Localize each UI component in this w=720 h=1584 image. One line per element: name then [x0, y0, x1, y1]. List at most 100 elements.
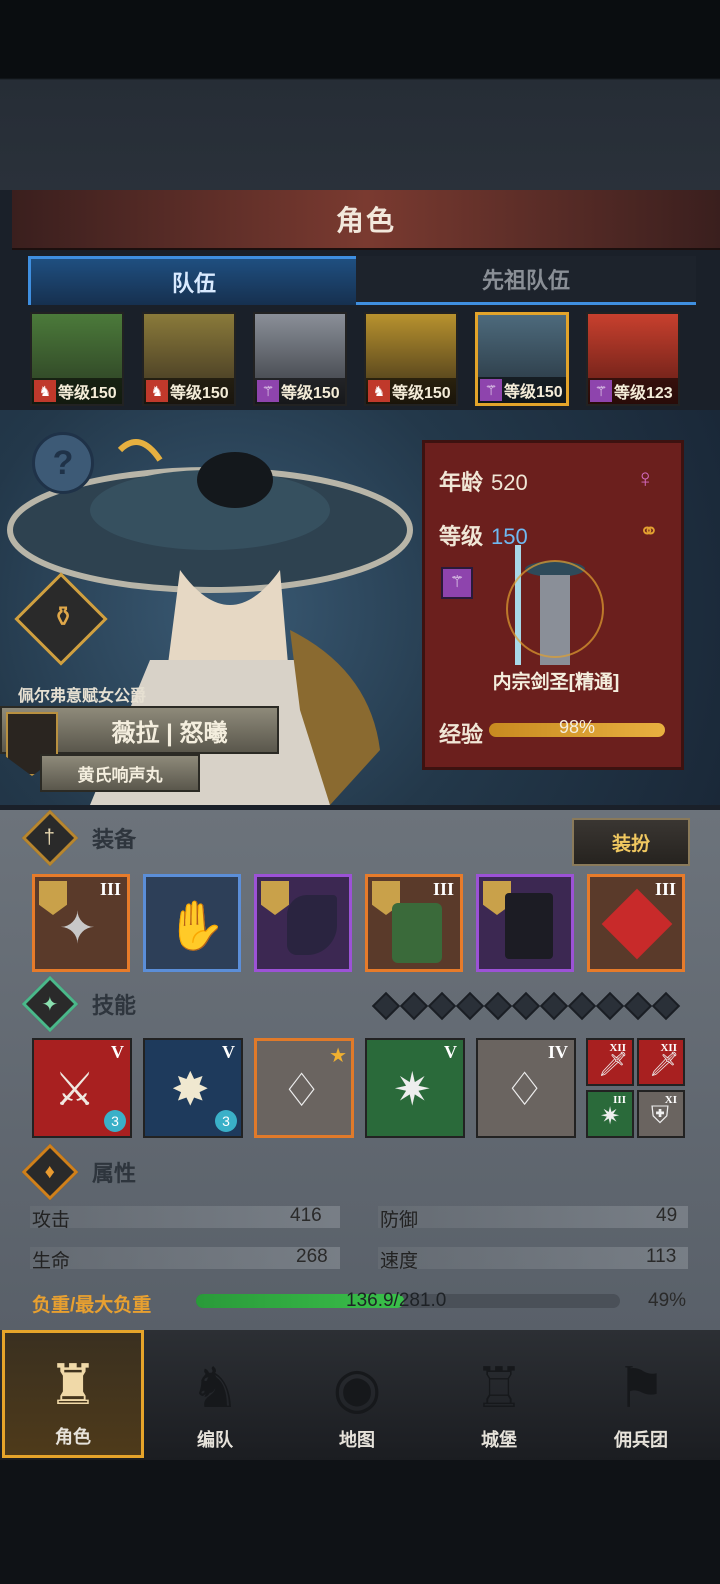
tab-ancestor-team[interactable]: 先祖队伍: [356, 256, 696, 305]
party-portraits: ♞ 等级150 ♞ 等级150 ⚚ 等级150 ♞ 等级150 ⚚ 等级150 ⚚ 等级12…: [30, 312, 700, 408]
crest-icon: [261, 881, 289, 915]
cloak-icon: [287, 895, 337, 955]
level-label: 等级150: [170, 385, 229, 402]
passive-skill-2[interactable]: XII 🗡: [637, 1038, 685, 1086]
nav-mercenary[interactable]: ⚑ 佣兵团: [570, 1330, 712, 1458]
party-member-4[interactable]: ♞ 等级150: [364, 312, 458, 406]
slash-icon: ⚔: [54, 1063, 96, 1115]
rank-label: V: [222, 1042, 235, 1062]
staff-icon: ⚚: [257, 380, 279, 402]
hero-title: 佩尔弗意赋女公爵: [18, 688, 147, 705]
equipment-label: 装备: [92, 827, 137, 852]
skill-slot-3[interactable]: ★ ♢: [254, 1038, 354, 1138]
hero-name: 薇拉 | 怒曦: [111, 719, 228, 747]
nav-label: 城堡: [481, 1430, 517, 1450]
horse-icon: ♞: [146, 380, 168, 402]
potion-icon: ⚱: [51, 600, 75, 632]
nav-formation[interactable]: ♞ 编队: [144, 1330, 286, 1458]
gem-icon: [511, 991, 541, 1021]
load-percent: 49%: [648, 1290, 687, 1311]
equip-slot-cloak[interactable]: [254, 874, 352, 972]
exp-label: 经验: [439, 722, 484, 747]
gem-icon: [651, 991, 681, 1021]
hero-info-panel: 年龄 520 ♀ 等级 150 ⚭ ⚚ 内宗剑圣[精通] 经验 98%: [422, 440, 684, 770]
equip-slot-armor[interactable]: III: [365, 874, 463, 972]
gem-icon: [427, 991, 457, 1021]
page-title: 角色: [335, 205, 396, 236]
nav-label: 角色: [55, 1427, 91, 1447]
burst-icon: ✷: [600, 1103, 621, 1130]
knight-icon: ♜: [47, 1353, 99, 1416]
party-member-2[interactable]: ♞ 等级150: [142, 312, 236, 406]
gauntlet-icon: ✋: [166, 900, 226, 953]
crystal-icon: ♢: [281, 1064, 323, 1116]
skill-slot-5[interactable]: IV ♢: [476, 1038, 576, 1138]
defense-label: 防御: [380, 1210, 419, 1231]
nav-map[interactable]: ◉ 地图: [286, 1330, 428, 1458]
bottom-bezel: [0, 1460, 720, 1584]
tab-team[interactable]: 队伍: [28, 256, 360, 305]
star-icon: ✦: [41, 993, 59, 1016]
exp-percent: 98%: [558, 717, 596, 737]
nav-label: 佣兵团: [614, 1430, 668, 1450]
load-label: 负重/最大负重: [32, 1295, 152, 1316]
party-member-5-selected[interactable]: ⚚ 等级150: [475, 312, 569, 406]
gem-icon: [567, 991, 597, 1021]
outfit-button[interactable]: 装扮: [572, 818, 690, 866]
attack-label: 攻击: [32, 1210, 71, 1231]
burst-icon: ✸: [171, 1063, 210, 1115]
party-member-6[interactable]: ⚚ 等级123: [586, 312, 680, 406]
equip-slot-gloves[interactable]: ✋: [143, 874, 241, 972]
speed-value: 113: [646, 1246, 677, 1267]
gem-icon: [623, 991, 653, 1021]
shuriken-icon: ✦: [59, 904, 96, 953]
equip-slot-accessory[interactable]: III: [587, 874, 685, 972]
level-label: 等级150: [504, 384, 563, 401]
defense-bar: [378, 1206, 688, 1228]
horse-icon: ♞: [368, 380, 390, 402]
rank-label: III: [654, 879, 676, 899]
help-icon[interactable]: ?: [32, 432, 94, 494]
age-value: 520: [491, 470, 528, 495]
horse-icon: ♞: [34, 380, 56, 402]
rank-label: V: [444, 1042, 457, 1062]
boots-icon: [505, 893, 553, 959]
gem-icon: [371, 991, 401, 1021]
banner-icon: ⚑: [615, 1356, 667, 1419]
equip-slot-boots[interactable]: [476, 874, 574, 972]
defense-value: 49: [656, 1205, 678, 1226]
female-icon: ♀: [635, 463, 656, 493]
dagger-icon: †: [44, 826, 56, 849]
age-label: 年龄: [439, 470, 484, 495]
party-member-1[interactable]: ♞ 等级150: [30, 312, 124, 406]
skills-header: ✦ 技能: [21, 975, 136, 1033]
hp-value: 268: [296, 1246, 328, 1267]
skill-slot-2[interactable]: V ✸ 3: [143, 1038, 243, 1138]
status-bar-area: [0, 0, 720, 190]
level-label: 等级123: [614, 385, 673, 402]
passive-skill-1[interactable]: XII 🗡: [586, 1038, 634, 1086]
passive-skill-4[interactable]: XI ⛨: [637, 1090, 685, 1138]
equipment-header: † 装备: [21, 809, 137, 867]
bottom-nav: ♜ 角色 ♞ 编队 ◉ 地图 ♖ 城堡 ⚑ 佣兵团: [0, 1330, 720, 1460]
castle-icon: ♖: [473, 1356, 525, 1419]
nav-label: 地图: [339, 1430, 375, 1450]
passive-skill-3[interactable]: III ✷: [586, 1090, 634, 1138]
gem-icon: [539, 991, 569, 1021]
skill-slot-4[interactable]: V ✷: [365, 1038, 465, 1138]
party-member-3[interactable]: ⚚ 等级150: [253, 312, 347, 406]
speed-label: 速度: [380, 1251, 419, 1272]
nav-castle[interactable]: ♖ 城堡: [428, 1330, 570, 1458]
skill-slot-1[interactable]: V ⚔ 3: [32, 1038, 132, 1138]
rank-label: III: [99, 879, 121, 899]
level-label: 等级150: [58, 385, 117, 402]
compass-icon: ◉: [332, 1356, 382, 1419]
helmet-icon: ♞: [189, 1356, 241, 1419]
age-row: 年龄 520: [439, 465, 528, 497]
sword-icon: 🗡: [598, 1051, 629, 1078]
shield-icon: ⛨: [651, 1102, 669, 1129]
nav-character[interactable]: ♜ 角色: [2, 1330, 144, 1458]
equip-slot-weapon[interactable]: III ✦: [32, 874, 130, 972]
gem-icon: [483, 991, 513, 1021]
class-name: 内宗剑圣[精通]: [492, 672, 620, 693]
